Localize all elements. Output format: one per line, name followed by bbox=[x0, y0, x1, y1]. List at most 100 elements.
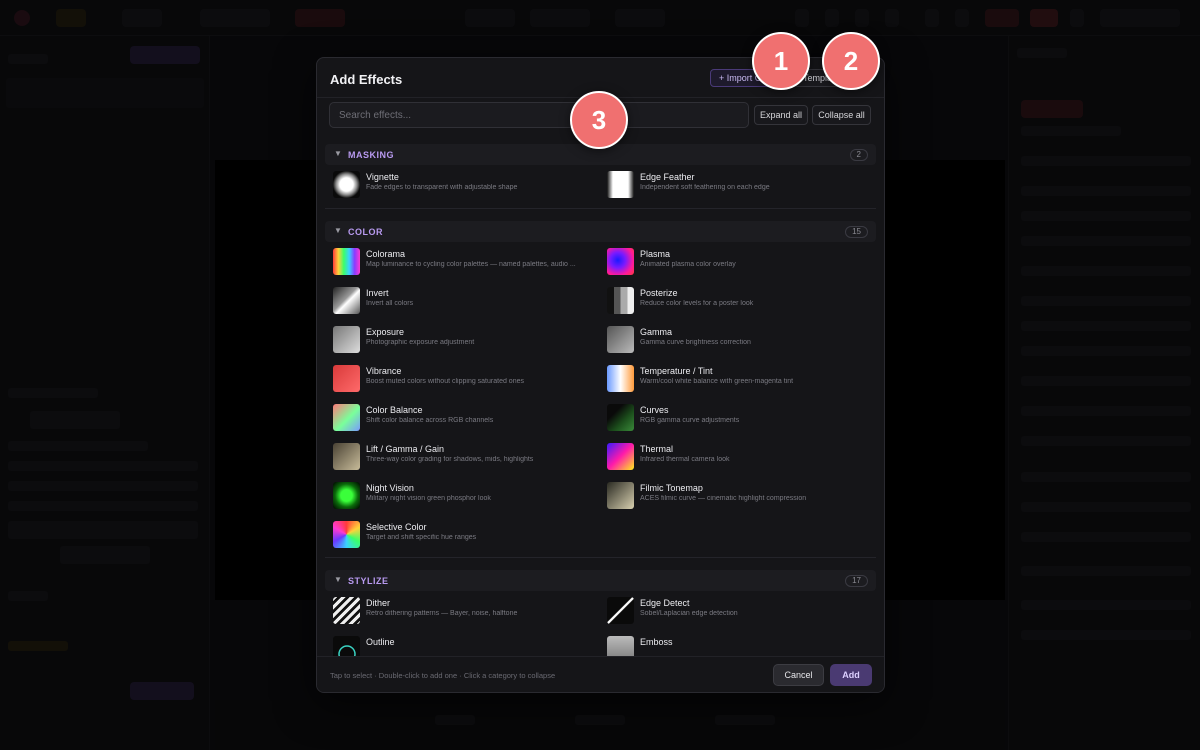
effect-description: Sobel/Laplacian edge detection bbox=[640, 610, 738, 617]
curves-icon bbox=[607, 404, 634, 431]
effect-plasma[interactable]: Plasma Animated plasma color overlay bbox=[599, 246, 869, 278]
effect-name: Vignette bbox=[366, 172, 399, 182]
effect-name: Outline bbox=[366, 637, 395, 647]
chevron-down-icon: ▼ bbox=[334, 226, 342, 235]
effect-description: Animated plasma color overlay bbox=[640, 261, 736, 268]
effect-name: Edge Feather bbox=[640, 172, 695, 182]
effect-description: Independent soft feathering on each edge bbox=[640, 184, 770, 191]
dither-icon bbox=[333, 597, 360, 624]
category-count-badge: 17 bbox=[845, 575, 868, 587]
effect-thermal[interactable]: Thermal Infrared thermal camera look bbox=[599, 441, 869, 473]
effect-name: Emboss bbox=[640, 637, 673, 647]
effect-description: Warm/cool white balance with green-magen… bbox=[640, 378, 794, 385]
exposure-icon bbox=[333, 326, 360, 353]
effect-name: Curves bbox=[640, 405, 669, 415]
divider bbox=[325, 557, 876, 558]
effect-colorama[interactable]: Colorama Map luminance to cycling color … bbox=[325, 246, 595, 278]
effect-name: Lift / Gamma / Gain bbox=[366, 444, 445, 454]
temperature-icon bbox=[607, 365, 634, 392]
effect-name: Colorama bbox=[366, 249, 406, 259]
effect-edge-feather[interactable]: Edge Feather Independent soft feathering… bbox=[599, 169, 869, 201]
effect-name: Dither bbox=[366, 598, 391, 608]
night-vision-icon bbox=[333, 482, 360, 509]
effect-exposure[interactable]: Exposure Photographic exposure adjustmen… bbox=[325, 324, 595, 356]
effect-description: ACES filmic curve — cinematic highlight … bbox=[640, 495, 807, 502]
effect-temperature-tint[interactable]: Temperature / Tint Warm/cool white balan… bbox=[599, 363, 869, 395]
effect-description: Invert all colors bbox=[366, 300, 414, 307]
effect-name: Edge Detect bbox=[640, 598, 690, 608]
lift-gamma-gain-icon bbox=[333, 443, 360, 470]
category-stylize[interactable]: ▼ STYLIZE 17 bbox=[325, 570, 876, 591]
effect-description: Boost muted colors without clipping satu… bbox=[366, 378, 524, 385]
edge-detect-icon bbox=[607, 597, 634, 624]
thermal-icon bbox=[607, 443, 634, 470]
effect-vibrance[interactable]: Vibrance Boost muted colors without clip… bbox=[325, 363, 595, 395]
annotation-badge-3: 3 bbox=[570, 91, 628, 149]
effect-description: Target and shift specific hue ranges bbox=[366, 534, 477, 541]
divider bbox=[325, 208, 876, 209]
color-balance-icon bbox=[333, 404, 360, 431]
category-label: MASKING bbox=[348, 150, 394, 160]
effect-name: Selective Color bbox=[366, 522, 427, 532]
effect-name: Temperature / Tint bbox=[640, 366, 713, 376]
effect-name: Plasma bbox=[640, 249, 671, 259]
effect-filmic-tonemap[interactable]: Filmic Tonemap ACES filmic curve — cinem… bbox=[599, 480, 869, 512]
effect-description: Photographic exposure adjustment bbox=[366, 339, 475, 346]
effect-description: Military night vision green phosphor loo… bbox=[366, 495, 491, 502]
add-button[interactable]: Add bbox=[830, 664, 872, 686]
invert-icon bbox=[333, 287, 360, 314]
effect-color-balance[interactable]: Color Balance Shift color balance across… bbox=[325, 402, 595, 434]
search-effects-input[interactable] bbox=[329, 102, 749, 128]
filmic-tonemap-icon bbox=[607, 482, 634, 509]
effect-name: Filmic Tonemap bbox=[640, 483, 703, 493]
effect-gamma[interactable]: Gamma Gamma curve brightness correction bbox=[599, 324, 869, 356]
vibrance-icon bbox=[333, 365, 360, 392]
category-count-badge: 15 bbox=[845, 226, 868, 238]
effect-outline[interactable]: Outline bbox=[325, 634, 595, 656]
effect-description: Three-way color grading for shadows, mid… bbox=[366, 456, 534, 463]
plasma-icon bbox=[607, 248, 634, 275]
collapse-all-button[interactable]: Collapse all bbox=[812, 105, 871, 125]
vignette-icon bbox=[333, 171, 360, 198]
effect-name: Gamma bbox=[640, 327, 673, 337]
gamma-icon bbox=[607, 326, 634, 353]
cancel-button[interactable]: Cancel bbox=[773, 664, 824, 686]
effect-description: Infrared thermal camera look bbox=[640, 456, 730, 463]
effect-selective-color[interactable]: Selective Color Target and shift specifi… bbox=[325, 519, 595, 551]
dialog-footer: Tap to select · Double-click to add one … bbox=[317, 656, 884, 692]
effects-list[interactable]: ▼ MASKING 2 Vignette Fade edges to trans… bbox=[317, 138, 884, 656]
effect-description: Map luminance to cycling color palettes … bbox=[366, 261, 576, 268]
effect-emboss[interactable]: Emboss bbox=[599, 634, 869, 656]
category-count-badge: 2 bbox=[849, 149, 868, 161]
emboss-icon bbox=[607, 636, 634, 656]
expand-all-button[interactable]: Expand all bbox=[754, 105, 808, 125]
effect-description: RGB gamma curve adjustments bbox=[640, 417, 740, 424]
outline-icon bbox=[333, 636, 360, 656]
effect-vignette[interactable]: Vignette Fade edges to transparent with … bbox=[325, 169, 595, 201]
effect-description: Gamma curve brightness correction bbox=[640, 339, 751, 346]
effect-posterize[interactable]: Posterize Reduce color levels for a post… bbox=[599, 285, 869, 317]
effect-name: Thermal bbox=[640, 444, 674, 454]
effect-edge-detect[interactable]: Edge Detect Sobel/Laplacian edge detecti… bbox=[599, 595, 869, 627]
colorama-icon bbox=[333, 248, 360, 275]
effect-night-vision[interactable]: Night Vision Military night vision green… bbox=[325, 480, 595, 512]
category-label: STYLIZE bbox=[348, 576, 389, 586]
effect-name: Color Balance bbox=[366, 405, 423, 415]
effect-name: Exposure bbox=[366, 327, 405, 337]
effect-description: Reduce color levels for a poster look bbox=[640, 300, 754, 307]
annotation-badge-2: 2 bbox=[822, 32, 880, 90]
posterize-icon bbox=[607, 287, 634, 314]
outline-ring-icon bbox=[338, 645, 356, 656]
chevron-down-icon: ▼ bbox=[334, 149, 342, 158]
effect-curves[interactable]: Curves RGB gamma curve adjustments bbox=[599, 402, 869, 434]
effect-name: Night Vision bbox=[366, 483, 414, 493]
effect-invert[interactable]: Invert Invert all colors bbox=[325, 285, 595, 317]
annotation-badge-1: 1 bbox=[752, 32, 810, 90]
effect-description: Fade edges to transparent with adjustabl… bbox=[366, 184, 518, 191]
category-color[interactable]: ▼ COLOR 15 bbox=[325, 221, 876, 242]
effect-lift-gamma-gain[interactable]: Lift / Gamma / Gain Three-way color grad… bbox=[325, 441, 595, 473]
effect-dither[interactable]: Dither Retro dithering patterns — Bayer,… bbox=[325, 595, 595, 627]
selective-color-icon bbox=[333, 521, 360, 548]
dialog-title: Add Effects bbox=[330, 72, 403, 87]
effect-description: Retro dithering patterns — Bayer, noise,… bbox=[366, 610, 518, 617]
